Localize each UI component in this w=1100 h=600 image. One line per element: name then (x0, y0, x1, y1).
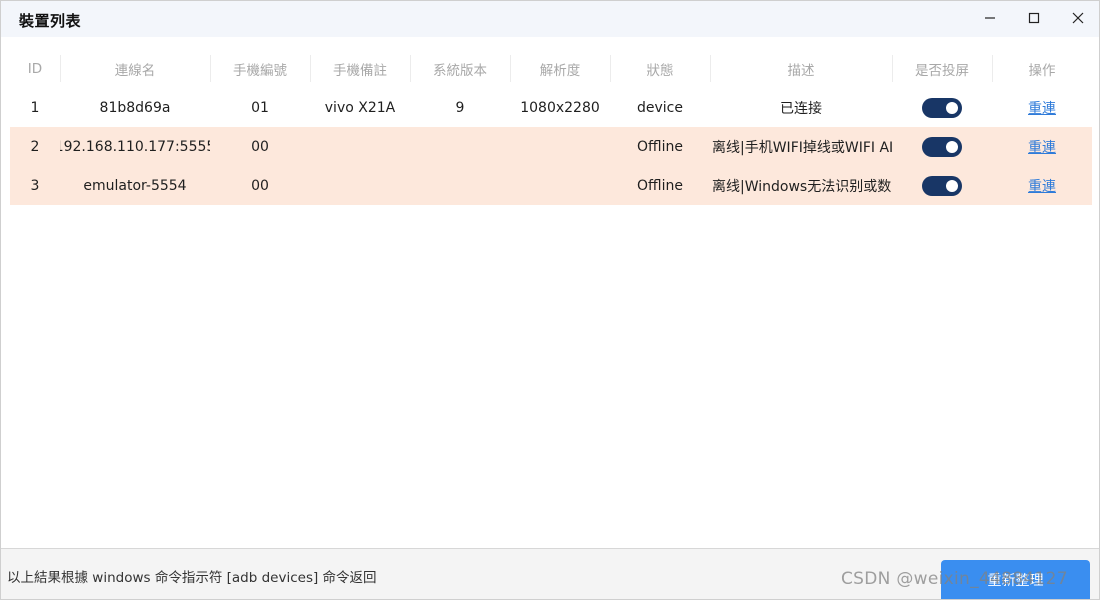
cell-resolution: 1080x2280 (520, 99, 600, 116)
cast-toggle[interactable] (922, 97, 962, 118)
cell-id: 2 (30, 138, 40, 155)
cell-action: 重連 (992, 127, 1092, 166)
cell-description: 离线|手机WIFI掉线或WIFI AI (712, 139, 892, 156)
window-title: 裝置列表 (19, 12, 82, 30)
title-bar: 裝置列表 (1, 1, 1099, 37)
reconnect-link[interactable]: 重連 (1028, 98, 1056, 118)
cell-action: 重連 (992, 88, 1092, 127)
header-resolution: 解析度 (510, 49, 610, 88)
cell-note: vivo X21A (324, 99, 396, 116)
header-cast: 是否投屏 (892, 49, 992, 88)
cell-note (310, 166, 410, 205)
header-number: 手機編號 (210, 49, 310, 88)
watermark: CSDN @weixin_44884127 (841, 569, 1068, 589)
table-row: 3 emulator-5554 00 Offline 离线|Windows无法识… (10, 166, 1092, 205)
close-icon (1072, 12, 1084, 24)
cell-note (310, 127, 410, 166)
header-version: 系統版本 (410, 49, 510, 88)
cell-status: device (637, 99, 683, 116)
minimize-button[interactable] (967, 1, 1013, 35)
cell-name: 192.168.110.177:5555 (60, 138, 210, 155)
cell-version: 9 (455, 99, 465, 116)
maximize-button[interactable] (1011, 1, 1057, 35)
header-status: 狀態 (610, 49, 710, 88)
cell-resolution (510, 127, 610, 166)
table-row: 1 81b8d69a 01 vivo X21A 9 1080x2280 devi… (10, 88, 1092, 127)
cell-number: 00 (251, 177, 269, 194)
header-name: 連線名 (60, 49, 210, 88)
maximize-icon (1028, 12, 1040, 24)
cell-description: 已连接 (780, 100, 822, 117)
cell-number: 01 (251, 99, 269, 116)
cell-cast (892, 166, 992, 205)
cell-cast (892, 127, 992, 166)
cell-status: Offline (637, 138, 683, 155)
toggle-knob (946, 140, 958, 153)
header-action: 操作 (992, 49, 1092, 88)
cast-toggle[interactable] (922, 175, 962, 196)
header-id: ID (27, 60, 43, 77)
toggle-knob (946, 179, 958, 192)
cell-version (410, 127, 510, 166)
cell-name: 81b8d69a (99, 99, 171, 116)
cell-action: 重連 (992, 166, 1092, 205)
cell-resolution (510, 166, 610, 205)
footer-note: 以上結果根據 windows 命令指示符 [adb devices] 命令返回 (7, 570, 377, 586)
cell-version (410, 166, 510, 205)
cell-id: 3 (30, 177, 40, 194)
cast-toggle[interactable] (922, 136, 962, 157)
device-list-window: 裝置列表 ID 連線名 手機編號 手機備註 系統版本 解析度 狀態 描述 是否投… (0, 0, 1100, 600)
device-table: ID 連線名 手機編號 手機備註 系統版本 解析度 狀態 描述 是否投屏 操作 … (10, 49, 1092, 205)
reconnect-link[interactable]: 重連 (1028, 176, 1056, 196)
header-note: 手機備註 (310, 49, 410, 88)
cell-status: Offline (637, 177, 683, 194)
cell-name: emulator-5554 (83, 177, 187, 194)
header-description: 描述 (710, 49, 892, 88)
minimize-icon (985, 17, 995, 19)
table-row: 2 192.168.110.177:5555 00 Offline 离线|手机W… (10, 127, 1092, 166)
cell-cast (892, 88, 992, 127)
close-button[interactable] (1055, 1, 1099, 35)
toggle-knob (946, 101, 958, 114)
cell-number: 00 (251, 138, 269, 155)
table-header: ID 連線名 手機編號 手機備註 系統版本 解析度 狀態 描述 是否投屏 操作 (10, 49, 1092, 88)
cell-description: 离线|Windows无法识别或数 (712, 178, 892, 195)
reconnect-link[interactable]: 重連 (1028, 137, 1056, 157)
cell-id: 1 (30, 99, 40, 116)
